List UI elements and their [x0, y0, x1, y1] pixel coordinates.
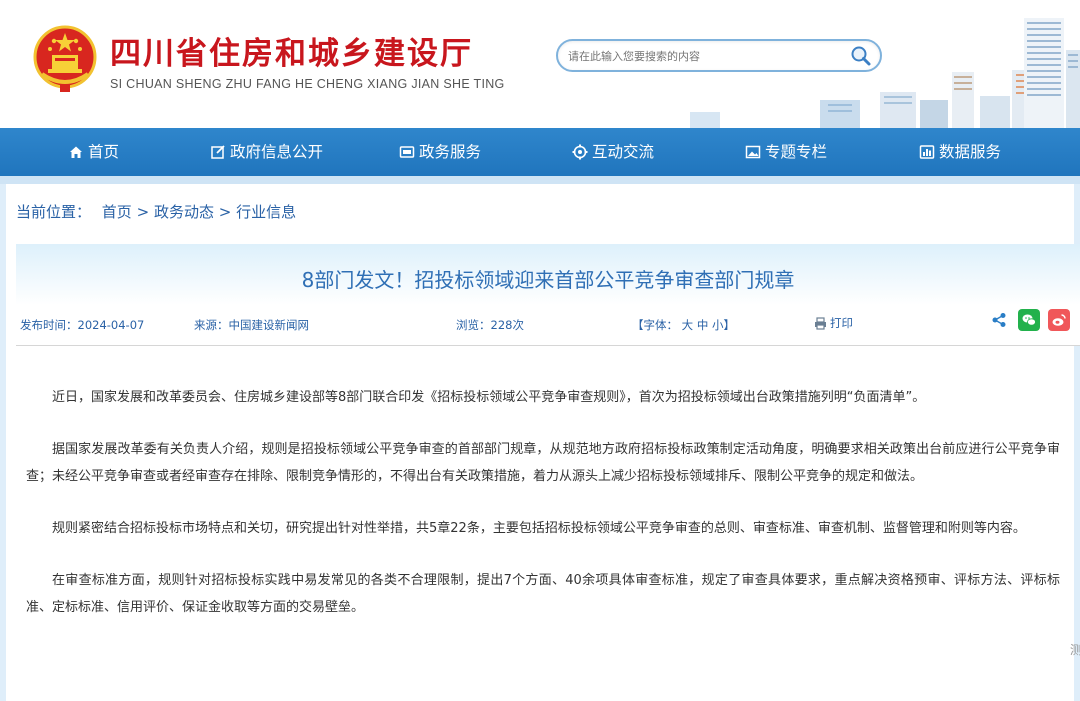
- weibo-share-icon[interactable]: [1048, 309, 1070, 331]
- header-divider: [16, 345, 1080, 346]
- source-value: 中国建设新闻网: [228, 318, 310, 332]
- print-label: 打印: [830, 316, 853, 330]
- breadcrumb-separator: >: [136, 203, 150, 221]
- print-button[interactable]: 打印: [814, 315, 853, 331]
- content-panel: 当前位置： 首页 > 政务动态 > 行业信息 8部门发文！招投标领域迎来首部公平…: [6, 184, 1080, 701]
- data-icon: [919, 145, 935, 159]
- wechat-share-icon[interactable]: [1018, 309, 1040, 331]
- publish-date: 发布时间：2024-04-07: [20, 317, 144, 333]
- edit-icon: [211, 145, 225, 159]
- site-header: 四川省住房和城乡建设厅 SI CHUAN SHENG ZHU FANG HE C…: [0, 0, 1080, 128]
- national-emblem-logo[interactable]: [32, 24, 98, 94]
- nav-underline: [0, 176, 1080, 184]
- article-paragraph: 近日，国家发展和改革委员会、住房城乡建设部等8部门联合印发《招标投标领域公平竞争…: [52, 390, 926, 405]
- printer-icon: [815, 316, 826, 330]
- view-count-value: 228次: [490, 318, 524, 332]
- nav-item-government-services[interactable]: 政务服务: [399, 128, 481, 176]
- home-icon: [70, 146, 82, 158]
- share-icon[interactable]: [988, 309, 1010, 331]
- breadcrumb-separator: >: [218, 203, 232, 221]
- nav-item-label: 互动交流: [592, 143, 655, 161]
- nav-item-label: 专题专栏: [765, 143, 828, 161]
- nav-item-special-topics[interactable]: 专题专栏: [745, 128, 827, 176]
- font-size-small-link[interactable]: 小: [712, 318, 724, 332]
- article-header: 8部门发文！招投标领域迎来首部公平竞争审查部门规章 发布时间：2024-04-0…: [16, 244, 1080, 346]
- site-pinyin-subtitle: SI CHUAN SHENG ZHU FANG HE CHENG XIANG J…: [110, 77, 505, 91]
- source-label: 来源：: [194, 318, 229, 332]
- share-bar: [988, 309, 1070, 331]
- breadcrumb: 当前位置： 首页 > 政务动态 > 行业信息: [16, 201, 296, 222]
- font-size-large-link[interactable]: 大: [682, 318, 694, 332]
- nav-item-home[interactable]: 首页: [68, 128, 119, 176]
- city-skyline-banner: [690, 18, 1080, 128]
- article-title: 8部门发文！招投标领域迎来首部公平竞争审查部门规章: [301, 268, 795, 292]
- publish-date-value: 2024-04-07: [77, 318, 145, 332]
- exchange-icon: [572, 144, 588, 160]
- article-body: 近日，国家发展和改革委员会、住房城乡建设部等8部门联合印发《招标投标领域公平竞争…: [26, 384, 1060, 646]
- view-count: 浏览：228次: [456, 317, 524, 333]
- font-size-bracket: 】: [723, 318, 735, 332]
- publish-date-label: 发布时间：: [20, 318, 78, 332]
- nav-item-label: 政府信息公开: [230, 143, 324, 161]
- side-floating-tab[interactable]: 测: [1070, 642, 1080, 658]
- nav-item-government-info[interactable]: 政府信息公开: [210, 128, 323, 176]
- image-icon: [745, 145, 761, 159]
- nav-item-label: 数据服务: [939, 143, 1002, 161]
- breadcrumb-news-link[interactable]: 政务动态: [154, 201, 214, 222]
- font-size-medium-link[interactable]: 中: [697, 318, 709, 332]
- nav-item-data-services[interactable]: 数据服务: [919, 128, 1001, 176]
- font-size-switcher: 【字体： 大 中 小】: [632, 317, 735, 333]
- nav-item-label: 政务服务: [419, 143, 482, 161]
- article-paragraph: 据国家发展改革委有关负责人介绍，规则是招投标领域公平竞争审查的首部部门规章，从规…: [26, 442, 1060, 484]
- article-source: 来源：中国建设新闻网: [194, 317, 309, 333]
- article-paragraph: 在审查标准方面，规则针对招标投标实践中易发常见的各类不合理限制，提出7个方面、4…: [26, 573, 1060, 615]
- nav-item-interaction[interactable]: 互动交流: [572, 128, 654, 176]
- view-count-label: 浏览：: [456, 318, 491, 332]
- main-navigation: 首页 政府信息公开 政务服务 互动交流 专题专栏 数据服务: [0, 128, 1080, 176]
- breadcrumb-home-link[interactable]: 首页: [102, 201, 132, 222]
- site-title: 四川省住房和城乡建设厅: [110, 36, 473, 72]
- font-size-label: 【字体：: [632, 318, 678, 332]
- article-paragraph: 规则紧密结合招标投标市场特点和关切，研究提出针对性举措，共5章22条，主要包括招…: [52, 521, 1026, 536]
- nav-item-label: 首页: [88, 143, 120, 161]
- service-icon: [399, 146, 415, 158]
- breadcrumb-label: 当前位置：: [16, 203, 92, 221]
- breadcrumb-industry-link[interactable]: 行业信息: [236, 201, 296, 222]
